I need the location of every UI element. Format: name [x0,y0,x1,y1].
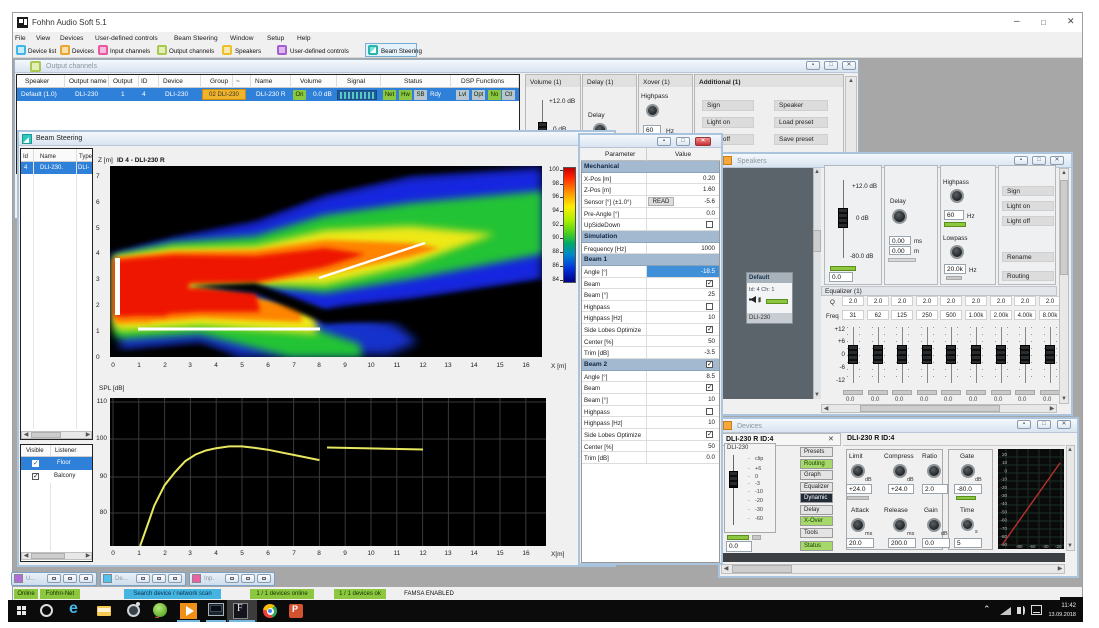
svg-text:-40: -40 [1042,544,1049,549]
svg-text:-70: -70 [1000,526,1007,531]
svg-text:-50: -50 [1000,509,1007,514]
svg-text:10: 10 [1002,460,1008,465]
svg-text:-60: -60 [1029,544,1036,549]
svg-text:-40: -40 [1000,501,1007,506]
svg-text:-80: -80 [1016,544,1023,549]
svg-text:-60: -60 [1000,518,1007,523]
svg-text:-10: -10 [1000,477,1007,482]
svg-text:-30: -30 [1000,493,1007,498]
svg-text:-20: -20 [1000,485,1007,490]
svg-text:20: 20 [1002,452,1008,457]
svg-text:-20: -20 [1055,544,1062,549]
